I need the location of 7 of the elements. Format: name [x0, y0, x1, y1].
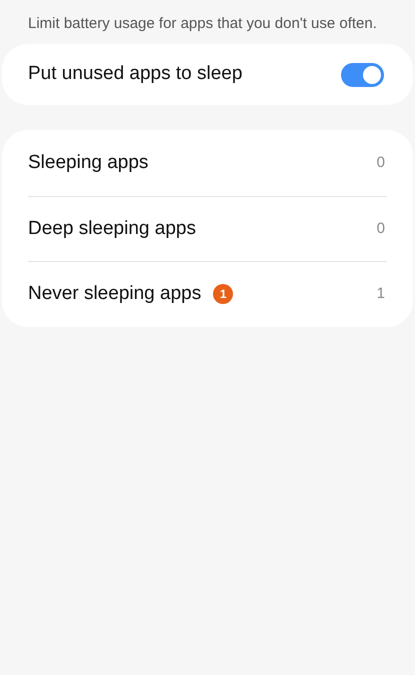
notification-badge: 1: [213, 284, 234, 304]
list-item[interactable]: Never sleeping apps 1 1: [28, 261, 387, 326]
setting-label: Put unused apps to sleep: [28, 62, 242, 86]
toggle-switch[interactable]: [341, 62, 384, 86]
list-item[interactable]: Deep sleeping apps 0: [28, 196, 387, 261]
list-item[interactable]: Sleeping apps 0: [28, 131, 387, 196]
description-text: Limit battery usage for apps that you don't use often.: [27, 14, 378, 34]
